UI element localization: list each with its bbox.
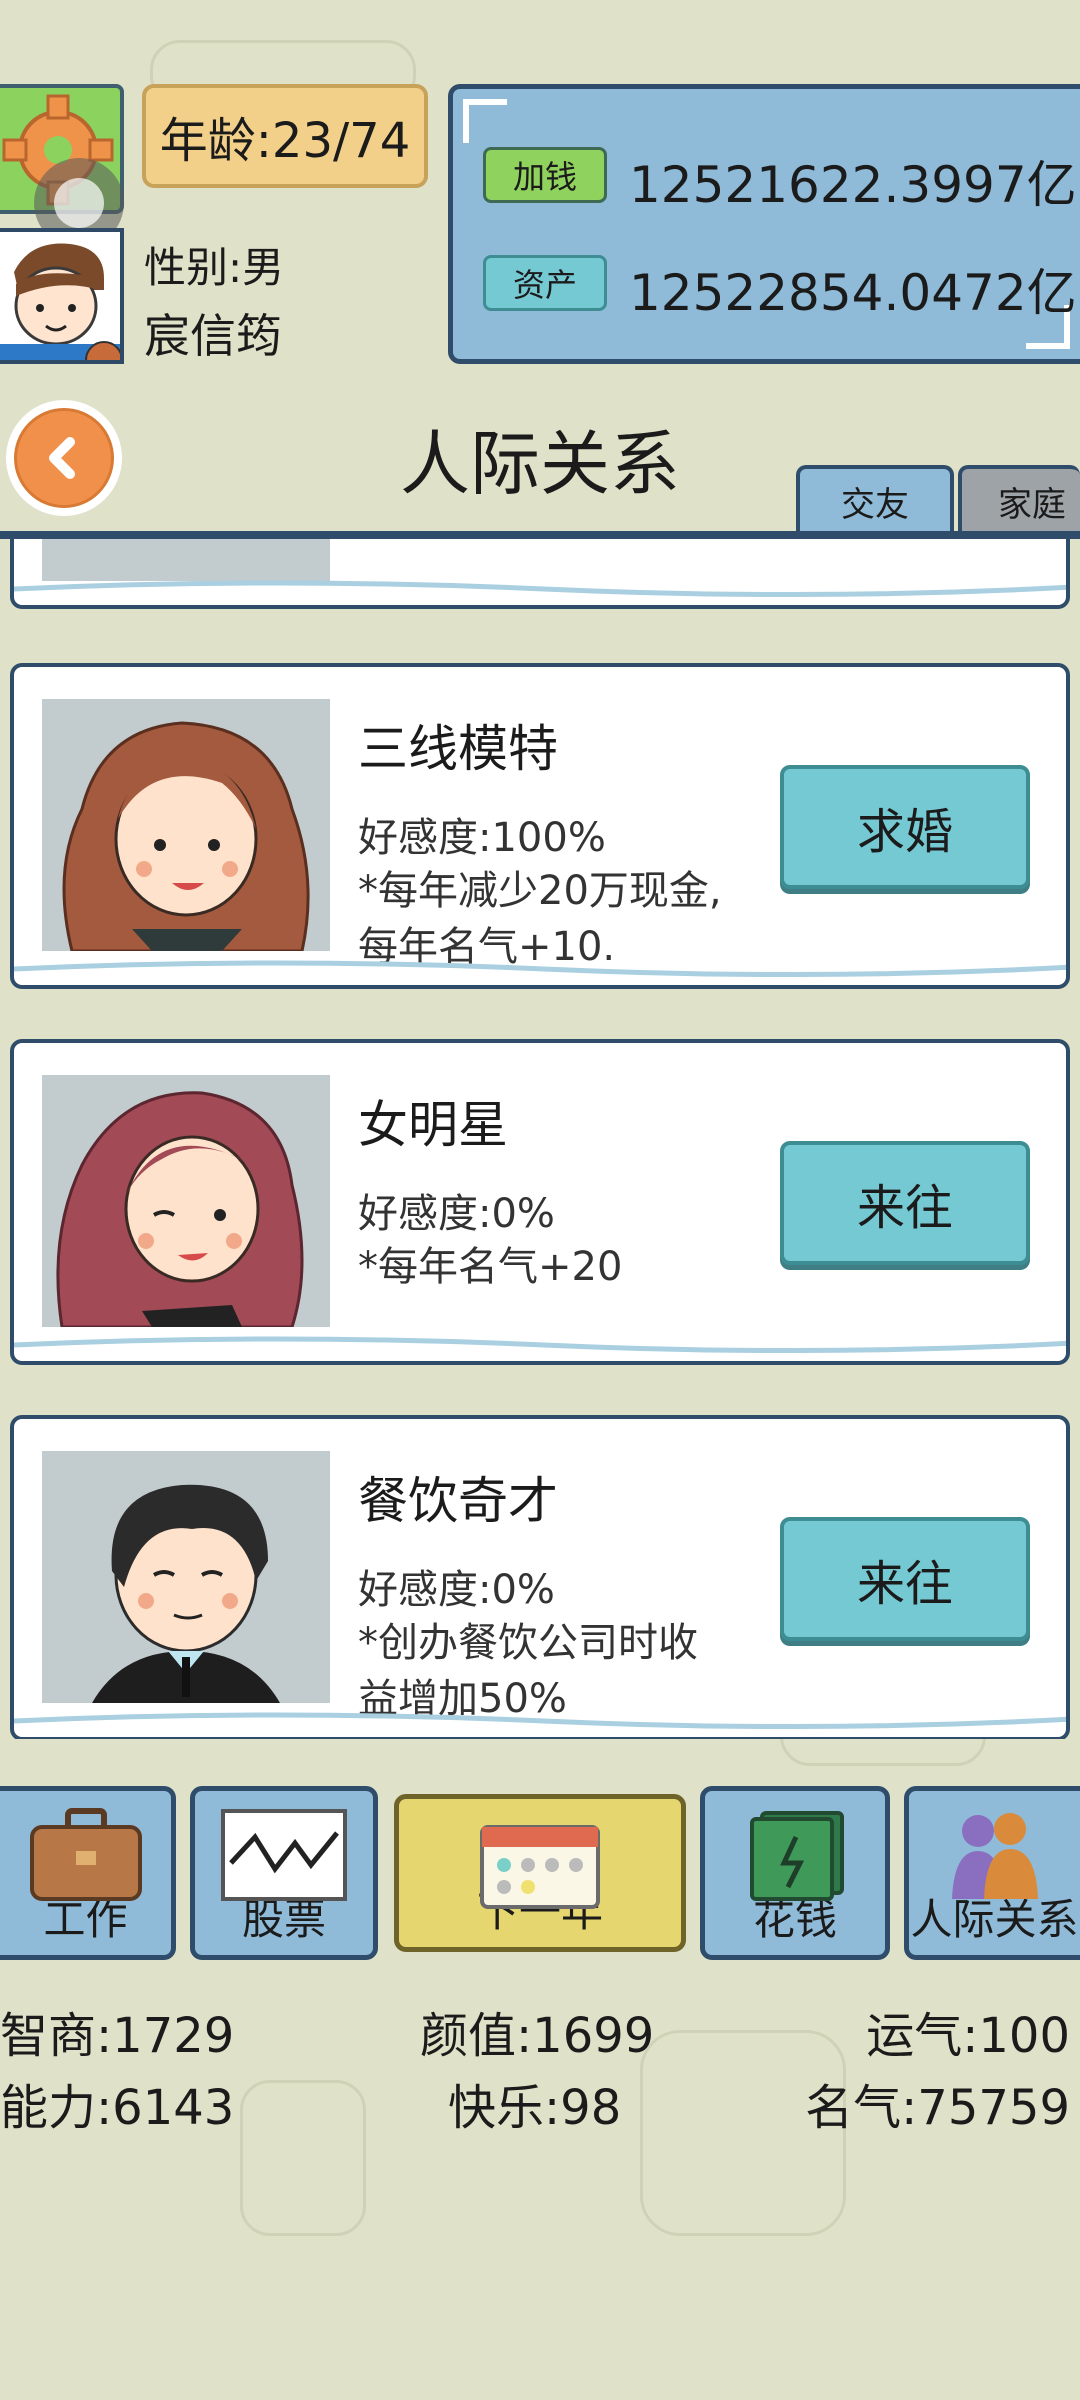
favor-value: 好感度:100%: [358, 815, 606, 861]
wave-decoration: [14, 1336, 1066, 1354]
avatar: [0, 232, 120, 360]
wave-decoration: [14, 580, 1066, 598]
gender-label: 性别:男: [144, 243, 285, 292]
panel-corner-decoration: [463, 99, 507, 143]
nav-stocks-button[interactable]: 股票: [190, 1786, 378, 1960]
player-name: 宸信筠: [144, 309, 282, 363]
settings-button[interactable]: [0, 84, 124, 248]
relation-name: 三线模特: [358, 720, 558, 778]
stat-ability: 能力:6143: [0, 2080, 235, 2136]
nav-next-year-button[interactable]: 下一年: [394, 1794, 686, 1952]
money-panel: 加钱 12521622.3997亿 资产 12522854.0472亿: [448, 84, 1080, 364]
relation-description: *每年名气+20: [358, 1239, 778, 1295]
propose-button-label: 求婚: [856, 804, 953, 860]
tab-family[interactable]: 家庭: [958, 465, 1080, 533]
player-avatar[interactable]: [0, 228, 124, 364]
assets-button[interactable]: 资产: [483, 255, 607, 311]
age-label: 年龄:23/74: [159, 113, 411, 169]
stock-chart-icon: [221, 1809, 347, 1901]
stat-fame: 名气:75759: [805, 2080, 1070, 2136]
add-money-button[interactable]: 加钱: [483, 147, 607, 203]
back-button[interactable]: [6, 400, 122, 516]
relation-name: 女明星: [358, 1096, 508, 1154]
list-item: 餐饮奇才 好感度:0% *创办餐饮公司时收 益增加50% 来往: [10, 1415, 1070, 1739]
background-doodle: [240, 2080, 366, 2236]
add-money-label: 加钱: [512, 158, 577, 196]
tab-friends[interactable]: 交友: [796, 465, 954, 533]
interact-button-label: 来往: [856, 1180, 953, 1236]
wave-decoration: [14, 1712, 1066, 1730]
interact-button[interactable]: 来往: [780, 1141, 1030, 1265]
actress-portrait-image: [42, 1075, 330, 1327]
stat-looks: 颜值:1699: [420, 2008, 655, 2064]
calendar-icon: [480, 1825, 600, 1909]
wave-decoration: [14, 960, 1066, 978]
nav-relations-button[interactable]: 人际关系: [904, 1786, 1080, 1960]
description-line: *创办餐饮公司时收: [358, 1620, 698, 1666]
assets-label: 资产: [512, 266, 577, 304]
favor-value: 好感度:0%: [358, 1191, 555, 1237]
portrait-chef: [42, 1451, 330, 1703]
list-item: [10, 539, 1070, 609]
tab-friends-label: 交友: [841, 484, 909, 525]
relation-name: 餐饮奇才: [358, 1472, 558, 1530]
chef-portrait-image: [42, 1451, 330, 1703]
chevron-left-icon: [49, 437, 75, 479]
interact-button[interactable]: 来往: [780, 1517, 1030, 1641]
assets-value: 12522854.0472亿: [629, 264, 1077, 322]
briefcase-icon: [29, 1808, 142, 1901]
stat-happiness: 快乐:98: [448, 2080, 622, 2136]
list-item: 女明星 好感度:0% *每年名气+20 来往: [10, 1039, 1070, 1365]
cash-icon: [750, 1811, 844, 1901]
description-line: *每年减少20万现金,: [358, 868, 722, 914]
interact-button-label: 来往: [856, 1556, 953, 1612]
age-display: 年龄:23/74: [142, 84, 428, 188]
add-money-value: 12521622.3997亿: [629, 156, 1077, 214]
portrait-model: [42, 699, 330, 951]
page-title: 人际关系: [400, 423, 680, 505]
portrait-actress: [42, 1075, 330, 1327]
propose-button[interactable]: 求婚: [780, 765, 1030, 889]
tab-family-label: 家庭: [998, 484, 1066, 525]
list-divider: [0, 531, 1080, 539]
favor-value: 好感度:0%: [358, 1567, 555, 1613]
list-item: 三线模特 好感度:100% *每年减少20万现金, 每年名气+10. 求婚: [10, 663, 1070, 989]
model-portrait-image: [42, 699, 330, 951]
stat-luck: 运气:100: [866, 2008, 1070, 2064]
nav-work-button[interactable]: 工作: [0, 1786, 176, 1960]
relations-list[interactable]: 三线模特 好感度:100% *每年减少20万现金, 每年名气+10. 求婚 女明…: [0, 539, 1080, 1739]
back-button-face: [14, 408, 114, 508]
people-icon: [951, 1813, 1038, 1899]
description-line: *每年名气+20: [358, 1244, 623, 1290]
nav-spend-button[interactable]: 花钱: [700, 1786, 890, 1960]
stat-iq: 智商:1729: [0, 2008, 235, 2064]
